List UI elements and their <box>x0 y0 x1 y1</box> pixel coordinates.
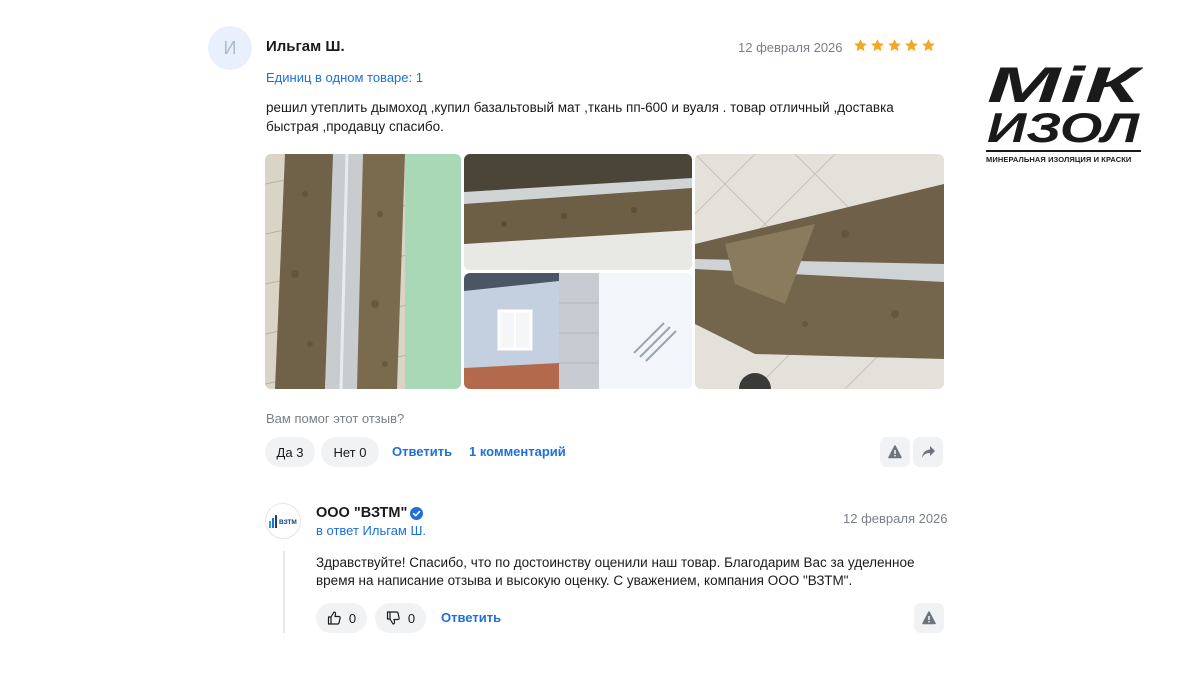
review-author[interactable]: Ильгам Ш. <box>266 38 345 55</box>
logo-divider <box>986 150 1141 152</box>
dislike-count: 0 <box>407 610 416 626</box>
review-photo-2[interactable] <box>464 154 692 270</box>
star-icon <box>871 39 884 52</box>
logo-bottom-text: ИЗОЛ <box>987 104 1140 151</box>
report-reply-button[interactable] <box>914 603 944 633</box>
star-icon <box>854 39 867 52</box>
reply-text: Здравствуйте! Спасибо, что по достоинств… <box>316 555 915 588</box>
like-count: 0 <box>348 610 357 626</box>
report-button[interactable] <box>880 437 910 467</box>
thread-line <box>283 551 285 633</box>
logo-caption: МИНЕРАЛЬНАЯ ИЗОЛЯЦИЯ И КРАСКИ <box>986 155 1132 164</box>
seller-name[interactable]: ООО "ВЗТМ" <box>316 505 407 521</box>
warning-icon <box>922 611 936 625</box>
review-date: 12 февраля 2026 <box>738 40 843 55</box>
avatar-letter: И <box>223 37 237 58</box>
star-icon <box>905 39 918 52</box>
share-arrow-icon <box>921 446 935 458</box>
reply-date: 12 февраля 2026 <box>843 511 948 526</box>
seller-avatar: ВЗТМ <box>265 503 301 539</box>
thumbs-down-icon <box>386 611 400 625</box>
dislike-button[interactable]: 0 <box>375 603 426 633</box>
comments-link[interactable]: 1 комментарий <box>469 444 566 459</box>
helpful-yes-button[interactable]: Да 3 <box>265 437 315 467</box>
star-icon <box>922 39 935 52</box>
reply-link[interactable]: Ответить <box>392 444 452 459</box>
seller-logo-icon: ВЗТМ <box>269 515 297 528</box>
review-photo-4[interactable] <box>695 154 944 389</box>
star-icon <box>888 39 901 52</box>
helpful-no-button[interactable]: Нет 0 <box>321 437 379 467</box>
seller-logo-text: ВЗТМ <box>279 519 297 526</box>
units-in-product: Единиц в одном товаре: 1 <box>266 70 423 85</box>
helpful-question: Вам помог этот отзыв? <box>266 411 405 426</box>
like-button[interactable]: 0 <box>316 603 367 633</box>
thumbs-up-icon <box>327 611 341 625</box>
warning-icon <box>888 445 902 459</box>
share-button[interactable] <box>913 437 943 467</box>
verified-badge-icon <box>410 507 423 520</box>
review-photo-1[interactable] <box>265 154 461 389</box>
review-photo-3[interactable] <box>464 273 692 389</box>
in-reply-to-link[interactable]: в ответ Ильгам Ш. <box>316 523 426 538</box>
reviewer-avatar: И <box>208 26 252 70</box>
reply-to-seller-link[interactable]: Ответить <box>441 610 501 625</box>
review-text: решил утеплить дымоход ,купил базальтовы… <box>266 100 894 134</box>
rating-stars <box>853 38 936 53</box>
